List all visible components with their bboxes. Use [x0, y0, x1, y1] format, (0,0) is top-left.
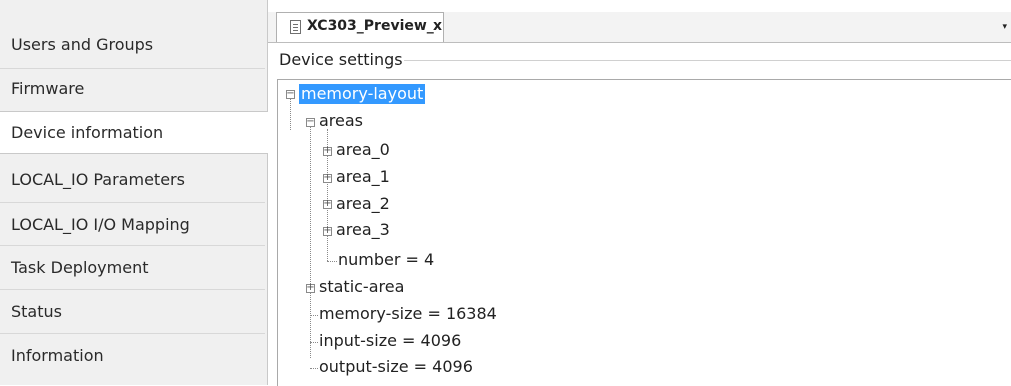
title-divider — [404, 60, 1011, 61]
tree-node-area-2[interactable]: area_2 — [336, 194, 390, 214]
sidebar-divider — [0, 333, 265, 334]
tree-node-area-3[interactable]: area_3 — [336, 220, 390, 240]
tree-node-memory-size[interactable]: memory-size = 16384 — [319, 304, 497, 324]
sidebar-item-label: Status — [11, 302, 62, 321]
tab-bar: XC303_Preview_ x ▾ — [268, 12, 1011, 43]
tree-node-memory-layout[interactable]: memory-layout — [299, 84, 426, 104]
collapse-icon[interactable]: − — [306, 116, 315, 127]
tree-connector-line — [310, 342, 318, 343]
tab-close-button[interactable]: x — [433, 18, 442, 34]
tree-connector-line — [310, 315, 318, 316]
sidebar-item-local-io-mapping[interactable]: LOCAL_IO I/O Mapping — [0, 215, 265, 235]
sidebar-item-information[interactable]: Information — [0, 346, 265, 366]
sidebar-item-users-and-groups[interactable]: Users and Groups — [0, 35, 265, 55]
sidebar-item-label: Users and Groups — [11, 35, 154, 54]
document-icon — [290, 20, 301, 34]
expand-icon[interactable]: + — [306, 282, 315, 293]
tree-node-static-area[interactable]: static-area — [319, 277, 404, 297]
expand-icon[interactable]: + — [323, 198, 332, 209]
expand-icon[interactable]: + — [323, 145, 332, 156]
sidebar-item-label: Information — [11, 346, 104, 365]
tree-node-input-size[interactable]: input-size = 4096 — [319, 331, 461, 351]
collapse-icon[interactable]: − — [286, 88, 295, 99]
sidebar-item-status[interactable]: Status — [0, 302, 265, 322]
tab-label: XC303_Preview_ — [307, 18, 434, 34]
sidebar-item-device-information[interactable]: Device information — [0, 111, 268, 154]
expand-icon[interactable]: + — [323, 172, 332, 183]
sidebar-item-label: Task Deployment — [11, 258, 149, 277]
sidebar-item-local-io-parameters[interactable]: LOCAL_IO Parameters — [0, 170, 265, 190]
tree-node-number[interactable]: number = 4 — [338, 250, 434, 270]
tree-node-area-0[interactable]: area_0 — [336, 140, 390, 160]
sidebar-item-label: Firmware — [11, 79, 85, 98]
tree-connector-line — [327, 261, 337, 262]
section-title: Device settings — [279, 50, 403, 69]
expand-icon[interactable]: + — [323, 225, 332, 236]
sidebar-divider — [0, 245, 265, 246]
sidebar-divider — [0, 289, 265, 290]
sidebar-item-firmware[interactable]: Firmware — [0, 79, 265, 99]
tab-dropdown-button[interactable]: ▾ — [1002, 22, 1007, 32]
tree-connector-line — [310, 368, 318, 369]
sidebar-item-task-deployment[interactable]: Task Deployment — [0, 258, 265, 278]
sidebar-item-label: Device information — [11, 123, 164, 142]
tree-node-area-1[interactable]: area_1 — [336, 167, 390, 187]
sidebar-divider — [0, 202, 265, 203]
device-settings-tree: − memory-layout − areas + area_0 + area_… — [277, 79, 1011, 386]
sidebar-item-label: LOCAL_IO Parameters — [11, 170, 185, 189]
tree-node-areas[interactable]: areas — [319, 111, 363, 131]
sidebar-divider — [0, 68, 265, 69]
tree-connector-line — [310, 124, 311, 358]
tab-xc303-preview[interactable]: XC303_Preview_ x — [276, 12, 444, 42]
sidebar-item-label: LOCAL_IO I/O Mapping — [11, 215, 190, 234]
sidebar: Users and Groups Firmware Device informa… — [0, 0, 268, 385]
tree-node-output-size[interactable]: output-size = 4096 — [319, 357, 473, 377]
